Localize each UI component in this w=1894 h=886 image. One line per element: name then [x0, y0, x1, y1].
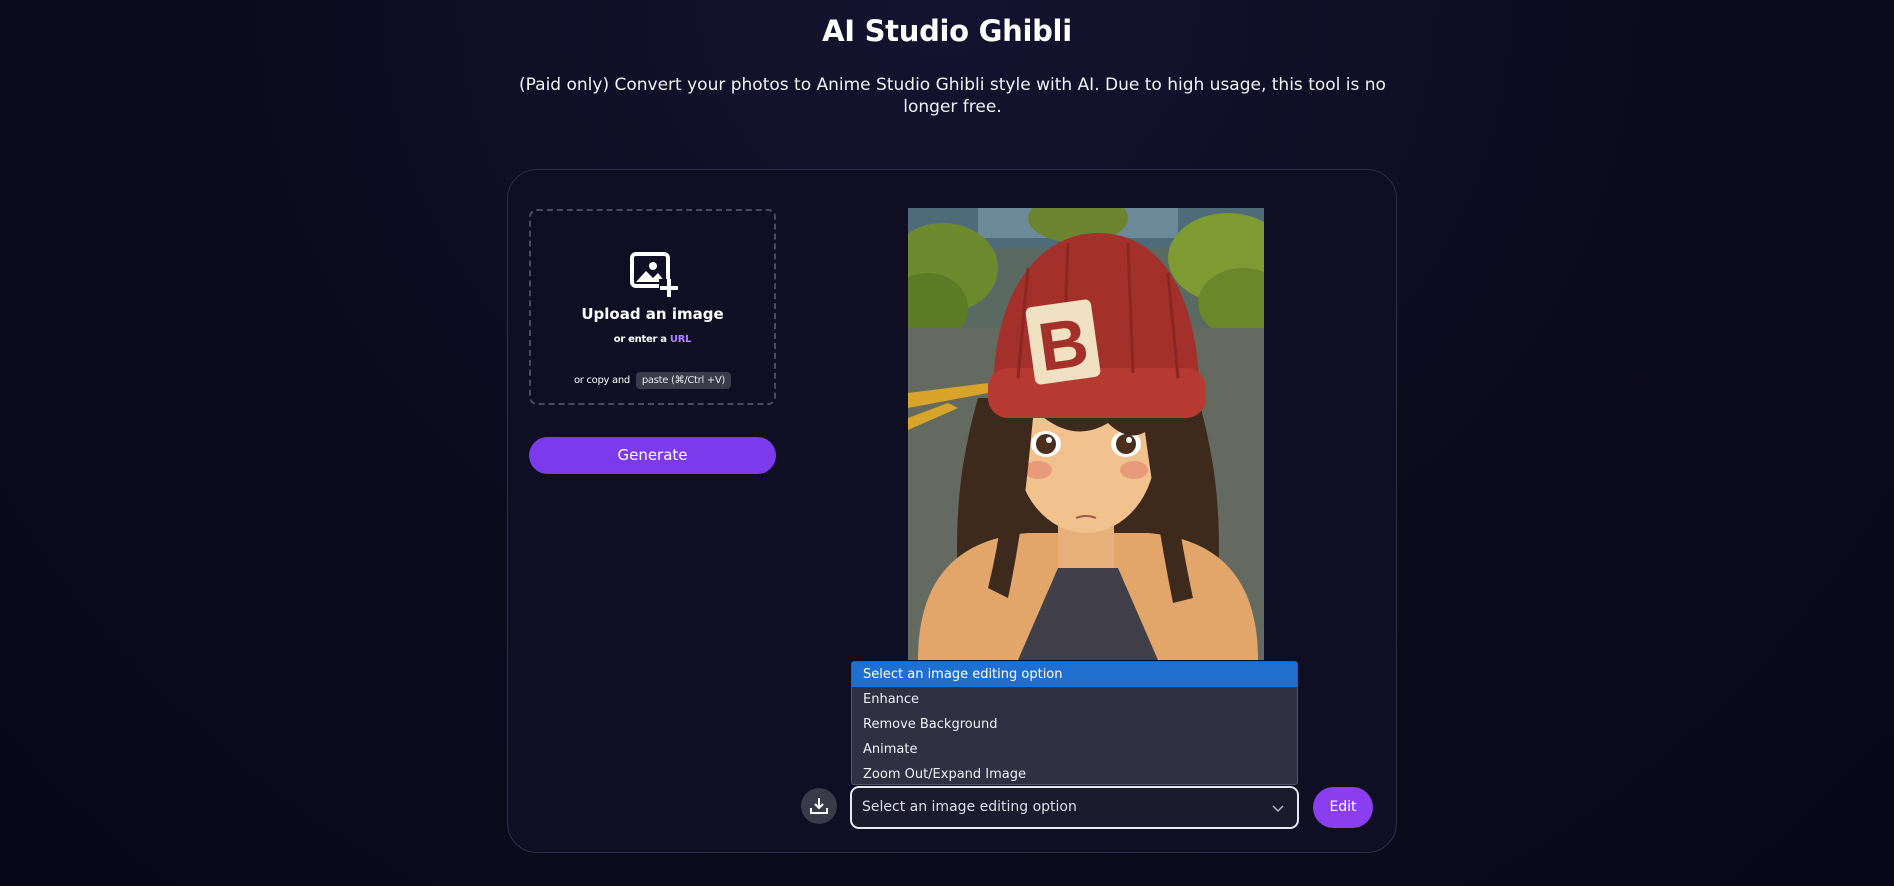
- chevron-down-icon: [1272, 805, 1284, 813]
- upload-title: Upload an image: [581, 305, 724, 323]
- page: AI Studio Ghibli (Paid only) Convert you…: [0, 0, 1894, 886]
- upload-paste-line: or copy and paste (⌘/Ctrl +V): [531, 372, 774, 389]
- edit-option[interactable]: Remove Background: [852, 712, 1297, 737]
- url-link[interactable]: URL: [670, 334, 692, 345]
- upload-dropzone[interactable]: Upload an image or enter a URL or copy a…: [529, 209, 776, 405]
- generate-button[interactable]: Generate: [529, 437, 776, 474]
- edit-option[interactable]: Zoom Out/Expand Image: [852, 762, 1297, 784]
- paste-shortcut-badge: paste (⌘/Ctrl +V): [635, 372, 732, 389]
- anime-girl-image: B: [908, 208, 1264, 660]
- download-button[interactable]: [801, 788, 837, 824]
- edit-option[interactable]: Select an image editing option: [852, 662, 1297, 687]
- edit-options-dropdown[interactable]: Select an image editing option Enhance R…: [851, 661, 1298, 785]
- page-title: AI Studio Ghibli: [822, 14, 1072, 48]
- download-icon: [810, 798, 828, 814]
- hat-letter: B: [1034, 304, 1093, 386]
- select-value: Select an image editing option: [862, 799, 1077, 815]
- edit-option-select[interactable]: Select an image editing option: [850, 786, 1299, 829]
- edit-option[interactable]: Animate: [852, 737, 1297, 762]
- upload-paste-prefix: or copy and: [573, 375, 630, 386]
- upload-url-line: or enter a URL: [531, 334, 774, 345]
- edit-button[interactable]: Edit: [1313, 787, 1373, 828]
- upload-url-prefix: or enter a: [613, 334, 667, 345]
- image-add-icon: [630, 252, 679, 297]
- page-subtitle: (Paid only) Convert your photos to Anime…: [519, 75, 1386, 117]
- result-image: B: [908, 208, 1264, 660]
- edit-option[interactable]: Enhance: [852, 687, 1297, 712]
